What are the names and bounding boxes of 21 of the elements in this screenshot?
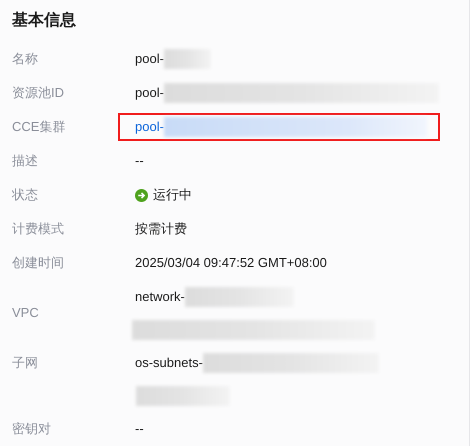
- field-label: 资源池ID: [12, 84, 65, 102]
- field-label: VPC: [12, 304, 40, 322]
- field-value: network-: [135, 288, 185, 306]
- field-label: 描述: [12, 152, 39, 170]
- field-label: 计费模式: [12, 220, 65, 238]
- field-value: 2025/03/04 09:47:52 GMT+08:00: [135, 254, 327, 272]
- field-label: CCE集群: [12, 118, 66, 136]
- field-value: pool-: [135, 84, 164, 102]
- field-label: 密钥对: [12, 420, 52, 438]
- section-title: 基本信息: [12, 10, 77, 31]
- field-value: 运行中: [153, 186, 192, 204]
- field-value: pool-: [135, 50, 164, 68]
- field-value: os-subnets-: [135, 354, 203, 372]
- field-label: 名称: [12, 50, 39, 68]
- field-label: 子网: [12, 354, 39, 372]
- field-label: 创建时间: [12, 254, 65, 272]
- field-value: 按需计费: [135, 220, 187, 238]
- field-value: --: [135, 152, 144, 170]
- link[interactable]: pool-: [135, 117, 164, 137]
- field-label: 状态: [12, 186, 39, 204]
- field-value: --: [135, 420, 144, 438]
